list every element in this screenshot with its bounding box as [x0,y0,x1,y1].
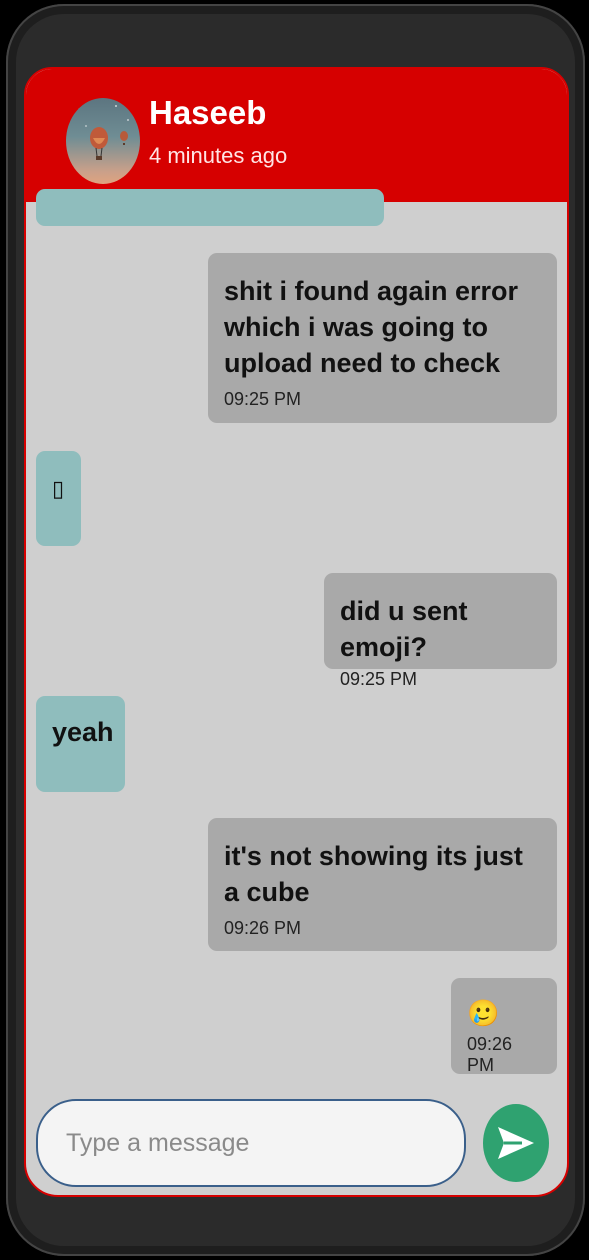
hot-air-balloon-icon [77,105,129,160]
chat-header: Haseeb 4 minutes ago [26,69,567,202]
message-input[interactable] [38,1101,464,1185]
message-time: 09:25 PM [224,389,302,409]
last-seen-status: 4 minutes ago [149,143,288,168]
unsupported-emoji-box: ▯ [52,476,65,501]
chat-screen: Haseeb 4 minutes ago shit i found again … [24,67,569,1197]
message-text: yeah [52,717,114,747]
message-text: shit i found again error which i was goi… [224,276,519,378]
message-text: did u sent emoji? [340,596,468,662]
avatar[interactable] [66,98,140,184]
contact-name: Haseeb [149,94,267,131]
message-time: 09:26 PM [467,1034,513,1075]
emoji-message: 🥲 [467,998,500,1028]
message-time: 09:26 PM [224,918,302,938]
message-bubble-sent: did u sent emoji? 09:25 PM [324,573,557,689]
message-bubble-sent: it's not showing its just a cube 09:26 P… [208,818,557,951]
message-bubble-sent: 🥲 09:26 PM [451,978,557,1075]
message-text: it's not showing its just a cube [224,841,523,907]
message-bubble-received: ▯ [36,451,81,546]
message-time: 09:25 PM [340,669,418,689]
message-bubble-partial [36,189,384,226]
send-icon [498,1127,534,1159]
message-input-container[interactable] [36,1099,466,1187]
message-bubble-received: yeah [36,696,125,792]
message-bubble-sent: shit i found again error which i was goi… [208,253,557,423]
send-button[interactable] [483,1104,549,1182]
